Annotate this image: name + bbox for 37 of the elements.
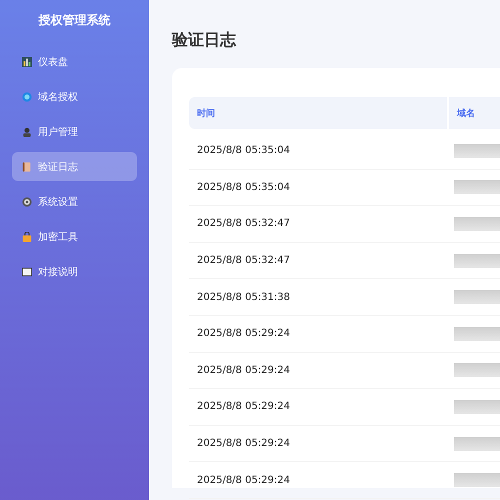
table-cell: 2025/8/8 05:35:04 — [189, 170, 449, 206]
column-header: 时间 — [189, 97, 447, 129]
table-cell: 2025/8/8 05:29:24 — [189, 389, 449, 426]
sidebar-item[interactable]: 对接说明 — [12, 257, 137, 286]
bar-chart-icon — [22, 56, 32, 66]
redacted-block — [454, 290, 500, 304]
page-title: 验证日志 — [172, 30, 238, 51]
table-cell: 2025/8/8 05:29:24 — [189, 316, 449, 353]
table-cell: 2025/8/8 05:29:24 — [189, 352, 449, 390]
redacted-block — [454, 326, 500, 341]
table-cell: 2025/8/8 05:32:47 — [189, 206, 449, 243]
sidebar-item[interactable]: 仪表盘 — [12, 47, 137, 76]
person-icon — [22, 126, 32, 136]
table-cell: 2025/8/8 05:35:04 — [189, 133, 449, 170]
scroll-icon — [22, 162, 32, 172]
sidebar-item[interactable]: 用户管理 — [12, 117, 137, 146]
globe-icon — [22, 92, 32, 102]
redacted-block — [454, 180, 500, 194]
redacted-block — [454, 254, 500, 268]
gear-icon — [22, 196, 32, 206]
redacted-block — [454, 473, 500, 488]
sidebar-item[interactable]: 验证日志 — [12, 152, 137, 181]
redacted-block — [454, 363, 500, 378]
app-title: 授权管理系统 — [37, 12, 112, 29]
column-header: 域名 — [449, 97, 500, 129]
redacted-block — [454, 436, 500, 451]
table-cell: 2025/8/8 05:29:24 — [189, 462, 449, 499]
redacted-block — [454, 216, 500, 231]
redacted-block — [454, 144, 500, 158]
redacted-block — [454, 400, 500, 414]
sidebar-item[interactable]: 域名授权 — [12, 82, 137, 111]
table-cell: 2025/8/8 05:29:24 — [189, 426, 449, 462]
table-cell: 2025/8/8 05:32:47 — [189, 242, 449, 280]
sidebar-item[interactable]: 加密工具 — [12, 222, 137, 251]
lock-icon — [22, 232, 32, 242]
table-cell: 2025/8/8 05:31:38 — [189, 279, 449, 316]
sidebar-item[interactable]: 系统设置 — [12, 187, 137, 216]
